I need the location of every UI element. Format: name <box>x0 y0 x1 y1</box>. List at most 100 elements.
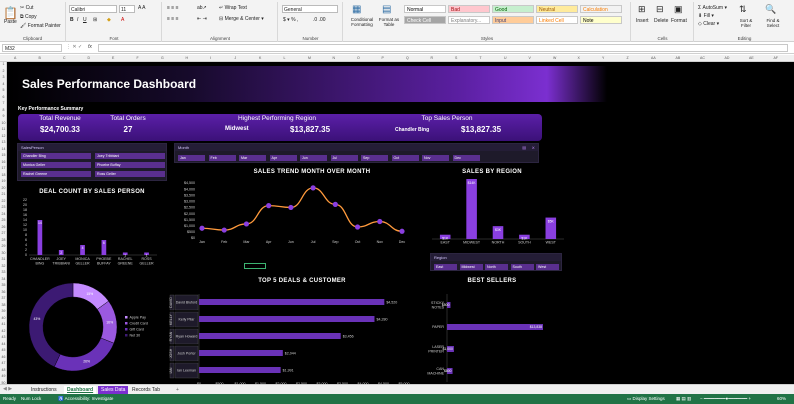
row-header[interactable]: 5 <box>0 88 7 92</box>
cell-style-option[interactable]: Linked Cell <box>536 16 578 24</box>
currency-icon[interactable]: $ ▾ % , <box>283 17 298 23</box>
tab-sales-data[interactable]: Sales Data <box>98 386 129 394</box>
cell-style-option[interactable]: Normal <box>404 5 446 13</box>
row-header[interactable]: 3 <box>0 75 7 79</box>
row-header[interactable]: 44 <box>0 342 7 346</box>
indent-icon[interactable]: ⇤ ⇥ <box>197 16 207 22</box>
cell-style-option[interactable]: Check Cell <box>404 16 446 24</box>
cut-button[interactable]: ✂ Cut <box>20 5 33 11</box>
row-header[interactable]: 9 <box>0 114 7 118</box>
column-header[interactable]: B <box>39 56 41 60</box>
row-header[interactable]: 25 <box>0 218 7 222</box>
row-header[interactable]: 13 <box>0 140 7 144</box>
tab-dashboard[interactable]: Dashboard <box>64 386 97 394</box>
cell-style-option[interactable]: Good <box>492 5 534 13</box>
paste-button[interactable]: Paste <box>4 19 17 25</box>
row-header[interactable]: 23 <box>0 205 7 209</box>
zoom-slider[interactable]: − ━━━━━━━━●━━━━━━━ + <box>700 396 751 402</box>
insert-icon[interactable]: ⊞ <box>638 4 646 15</box>
view-buttons-icon[interactable]: ▦ ▤ ▥ <box>676 396 691 402</box>
column-header[interactable]: O <box>357 56 360 60</box>
row-header[interactable]: 35 <box>0 283 7 287</box>
row-header[interactable]: 19 <box>0 179 7 183</box>
column-header[interactable]: AE <box>749 56 754 60</box>
row-header[interactable]: 17 <box>0 166 7 170</box>
column-header[interactable]: K <box>259 56 261 60</box>
sort-filter-button[interactable]: Sort & Filter <box>735 18 757 28</box>
format-button[interactable]: Format <box>671 18 687 24</box>
row-header[interactable]: 6 <box>0 95 7 99</box>
row-header[interactable]: 10 <box>0 121 7 125</box>
format-painter-button[interactable]: 🖌 Format Painter <box>20 23 61 29</box>
column-header[interactable]: J <box>235 56 237 60</box>
column-header[interactable]: AF <box>774 56 778 60</box>
row-header[interactable]: 39 <box>0 309 7 313</box>
row-header[interactable]: 43 <box>0 335 7 339</box>
column-header[interactable]: V <box>529 56 531 60</box>
font-name-select[interactable]: Calibri <box>69 5 117 13</box>
orientation-icon[interactable]: ab↗ <box>197 5 207 11</box>
accessibility-button[interactable]: ♿ Accessibility: Investigate <box>58 396 113 402</box>
row-header[interactable]: 26 <box>0 225 7 229</box>
format-as-table-icon[interactable]: ▤ <box>382 4 391 15</box>
italic-button[interactable]: I <box>77 17 78 23</box>
font-size-select[interactable]: 11 <box>119 5 135 13</box>
row-header[interactable]: 28 <box>0 238 7 242</box>
row-header[interactable]: 34 <box>0 277 7 281</box>
column-header[interactable]: M <box>308 56 311 60</box>
align-top-icon[interactable]: ≡ ≡ ≡ <box>167 5 179 11</box>
column-header[interactable]: G <box>161 56 164 60</box>
insert-button[interactable]: Insert <box>636 18 649 24</box>
find-select-icon[interactable]: 🔍 <box>765 4 776 15</box>
row-header[interactable]: 33 <box>0 270 7 274</box>
zoom-level[interactable]: 60% <box>777 396 786 401</box>
row-header[interactable]: 18 <box>0 173 7 177</box>
row-header[interactable]: 32 <box>0 264 7 268</box>
wrap-text-button[interactable]: ↵ Wrap Text <box>219 5 247 11</box>
add-sheet-button[interactable]: + <box>173 386 182 394</box>
column-header[interactable]: T <box>480 56 482 60</box>
column-header[interactable]: AC <box>700 56 705 60</box>
fill-color-icon[interactable]: ◆ <box>107 17 111 23</box>
row-header[interactable]: 38 <box>0 303 7 307</box>
merge-center-button[interactable]: ⊟ Merge & Center ▾ <box>219 16 264 22</box>
row-header[interactable]: 48 <box>0 368 7 372</box>
sort-filter-icon[interactable]: ⇅ <box>739 4 747 15</box>
formula-input[interactable] <box>98 44 788 52</box>
row-header[interactable]: 47 <box>0 361 7 365</box>
autosum-button[interactable]: Σ AutoSum ▾ <box>698 5 727 11</box>
delete-icon[interactable]: ⊟ <box>656 4 664 15</box>
column-header[interactable]: X <box>578 56 580 60</box>
column-header[interactable]: AA <box>651 56 656 60</box>
row-header[interactable]: 37 <box>0 296 7 300</box>
underline-button[interactable]: U <box>83 17 87 23</box>
name-box[interactable]: M32 <box>2 44 62 52</box>
column-header[interactable]: AB <box>676 56 681 60</box>
column-header[interactable]: I <box>210 56 211 60</box>
bold-button[interactable]: B <box>70 17 74 23</box>
row-header[interactable]: 22 <box>0 199 7 203</box>
tab-nav-icon[interactable]: ◀ ▶ <box>3 386 12 392</box>
fill-button[interactable]: ⬇ Fill ▾ <box>698 13 714 19</box>
column-header[interactable]: F <box>137 56 139 60</box>
cell-style-option[interactable]: Explanatory... <box>448 16 490 24</box>
format-icon[interactable]: ▣ <box>674 4 683 15</box>
row-header[interactable]: 30 <box>0 251 7 255</box>
row-header[interactable]: 42 <box>0 329 7 333</box>
row-header[interactable]: 20 <box>0 186 7 190</box>
row-header[interactable]: 31 <box>0 257 7 261</box>
row-header[interactable]: 14 <box>0 147 7 151</box>
row-header[interactable]: 2 <box>0 69 7 73</box>
cell-style-option[interactable]: Calculation <box>580 5 622 13</box>
row-header[interactable]: 21 <box>0 192 7 196</box>
column-header[interactable]: S <box>455 56 457 60</box>
row-header[interactable]: 7 <box>0 101 7 105</box>
find-select-button[interactable]: Find & Select <box>761 18 785 28</box>
tab-instructions[interactable]: Instructions <box>28 386 60 394</box>
borders-icon[interactable]: ⊞ <box>93 17 97 23</box>
row-header[interactable]: 4 <box>0 82 7 86</box>
column-header[interactable]: A <box>14 56 16 60</box>
cell-style-option[interactable]: Bad <box>448 5 490 13</box>
column-header[interactable]: D <box>88 56 91 60</box>
cell-style-option[interactable]: Note <box>580 16 622 24</box>
